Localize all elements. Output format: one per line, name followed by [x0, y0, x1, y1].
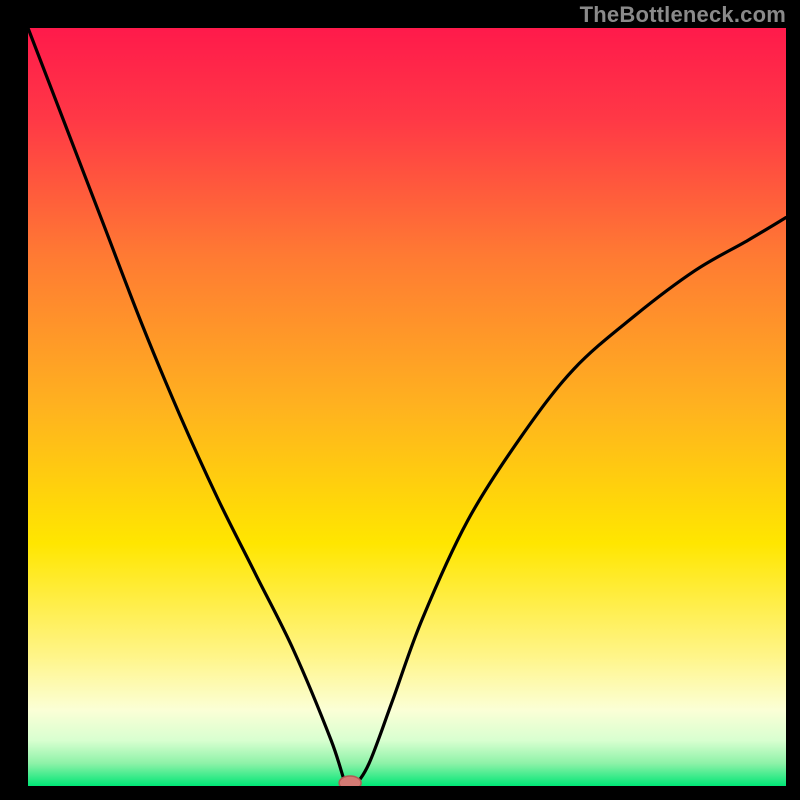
- plot-area: [28, 28, 786, 786]
- bottleneck-curve: [28, 28, 786, 786]
- watermark-text: TheBottleneck.com: [580, 2, 786, 28]
- minimum-marker: [339, 776, 361, 786]
- chart-frame: TheBottleneck.com: [0, 0, 800, 800]
